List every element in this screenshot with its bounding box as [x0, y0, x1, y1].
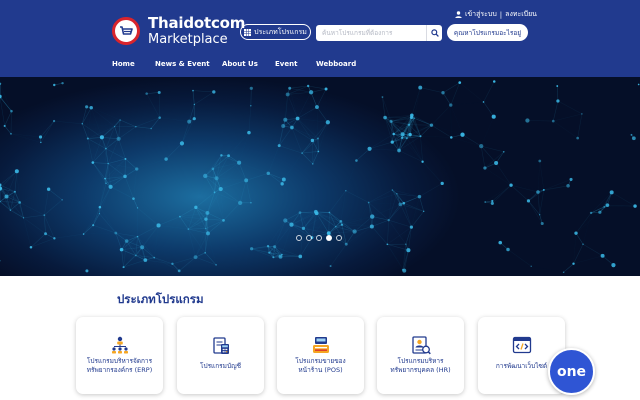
card-label-line1: โปรแกรมบัญชี: [199, 362, 242, 370]
category-card-hr[interactable]: โปรแกรมบริหาร ทรัพยากรบุคคล (HR): [377, 317, 464, 394]
grid-icon: [244, 28, 252, 36]
chat-badge[interactable]: one: [548, 348, 595, 395]
account-separator: |: [499, 10, 503, 19]
register-link[interactable]: ลงทะเบียน: [505, 9, 537, 20]
site-header: Thaidotcom Marketplace ประเภทโปรแกรม เข้…: [0, 0, 640, 77]
login-link[interactable]: เข้าสู่ระบบ: [465, 9, 497, 20]
user-icon: [455, 11, 462, 18]
category-card-pos[interactable]: โปรแกรมขายของ หน้าร้าน (POS): [277, 317, 364, 394]
accounting-icon: [213, 337, 229, 354]
hr-profile-icon: [412, 336, 431, 355]
nav-item-about-us[interactable]: About Us: [222, 60, 258, 68]
category-card-erp[interactable]: โปรแกรมบริหารจัดการ ทรัพยากรองค์กร (ERP): [76, 317, 163, 394]
search-icon: [430, 29, 439, 37]
carousel-indicators: [296, 235, 342, 241]
nav-item-home[interactable]: Home: [112, 60, 135, 68]
code-window-icon: [512, 336, 532, 354]
logo-basket-icon: [112, 17, 140, 45]
logo-text-line2: Marketplace: [148, 32, 228, 47]
card-label-line2: ทรัพยากรองค์กร (ERP): [86, 366, 153, 375]
card-label-line2: หน้าร้าน (POS): [298, 366, 343, 375]
org-chart-icon: [112, 336, 128, 354]
category-button-label: ประเภทโปรแกรม: [254, 27, 307, 36]
section-title: ประเภทโปรแกรม: [117, 292, 204, 306]
account-links: เข้าสู่ระบบ | ลงทะเบียน: [455, 9, 537, 20]
card-label-line1: โปรแกรมขายของ: [295, 357, 346, 365]
nav-item-webboard[interactable]: Webboard: [316, 60, 356, 68]
nav-item-news-event[interactable]: News & Event: [155, 60, 210, 68]
find-program-button[interactable]: คุณหาโปรแกรมอะไรอยู่: [447, 24, 528, 41]
logo-text-line1: Thaidotcom: [148, 14, 246, 32]
card-label-line1: โปรแกรมบริหาร: [397, 357, 444, 365]
site-logo[interactable]: Thaidotcom Marketplace: [112, 14, 245, 48]
carousel-dot[interactable]: [326, 235, 332, 241]
category-button[interactable]: ประเภทโปรแกรม: [240, 24, 311, 40]
carousel-dot[interactable]: [316, 235, 322, 241]
network-illustration: [0, 80, 640, 273]
card-label-line1: โปรแกรมบริหารจัดการ: [86, 357, 153, 365]
hero-banner[interactable]: [0, 77, 640, 276]
category-card-accounting[interactable]: โปรแกรมบัญชี: [177, 317, 264, 394]
pos-register-icon: [313, 337, 329, 353]
carousel-dot[interactable]: [306, 235, 312, 241]
carousel-dot[interactable]: [336, 235, 342, 241]
nav-item-event[interactable]: Event: [275, 60, 297, 68]
search-input[interactable]: [316, 25, 426, 41]
carousel-dot[interactable]: [296, 235, 302, 241]
card-label-line2: ทรัพยากรบุคคล (HR): [390, 366, 451, 375]
search-button[interactable]: [426, 25, 442, 41]
